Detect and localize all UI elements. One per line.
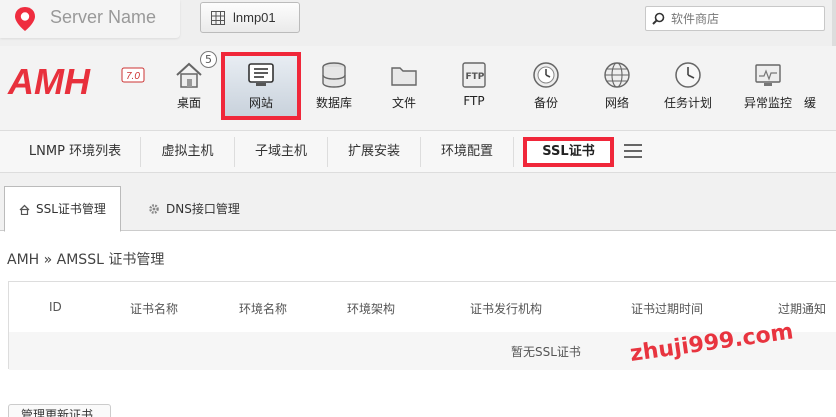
monitor-icon	[755, 64, 781, 86]
tab-ssl-management[interactable]: SSL证书管理	[4, 186, 121, 232]
tab-dns-api-management-label: DNS接口管理	[166, 201, 240, 216]
nav-scheduled-tasks-label: 任务计划	[663, 96, 712, 110]
column-header: ID	[49, 300, 62, 314]
nav-website[interactable]: 网站	[221, 52, 301, 120]
main-nav: AMH 7.0 5 桌面 网站 数据库 文件 FTP FTP 备份 网络 任务计…	[0, 46, 836, 130]
nav-cache[interactable]: 缓	[804, 54, 836, 124]
environment-button-label: lnmp01	[233, 10, 276, 25]
tab-dns-api-management[interactable]: DNS接口管理	[134, 186, 254, 231]
svg-text:FTP: FTP	[466, 72, 485, 82]
nav-monitoring[interactable]: 异常监控	[733, 54, 803, 124]
nav-ftp[interactable]: FTP FTP	[439, 54, 509, 124]
nav-ftp-label: FTP	[463, 94, 485, 108]
globe-icon	[604, 62, 630, 88]
subtab-lnmp-list[interactable]: LNMP 环境列表	[10, 137, 141, 167]
column-header: 证书过期时间	[631, 302, 704, 316]
location-pin-icon	[15, 7, 35, 31]
subtab-ssl-certificate[interactable]: SSL证书	[523, 137, 614, 167]
clock-icon	[675, 62, 701, 88]
grid-icon	[211, 10, 225, 25]
database-icon	[322, 62, 346, 88]
svg-text:7.0: 7.0	[126, 71, 140, 82]
subtab-env-config[interactable]: 环境配置	[421, 137, 514, 167]
nav-desktop-label: 桌面	[176, 96, 201, 110]
manage-renew-certificate-button[interactable]: 管理更新证书	[8, 404, 111, 417]
nav-database-label: 数据库	[315, 96, 352, 110]
nav-database[interactable]: 数据库	[299, 54, 369, 124]
app-store-search[interactable]	[645, 6, 825, 31]
column-header: 过期通知	[778, 302, 827, 316]
amh-logo: AMH 7.0	[7, 61, 145, 100]
nav-scheduled-tasks[interactable]: 任务计划	[653, 54, 723, 124]
nav-monitoring-label: 异常监控	[743, 96, 792, 110]
nav-backup-label: 备份	[533, 96, 558, 110]
sub-navigation: LNMP 环境列表 虚拟主机 子域主机 扩展安装 环境配置 SSL证书	[0, 130, 836, 173]
column-header: 环境名称	[239, 302, 288, 316]
nav-network-label: 网络	[604, 96, 629, 110]
main-content: SSL证书管理 DNS接口管理 AMH » AMSSL 证书管理 ID 证书名称…	[0, 173, 836, 417]
ssl-certificate-table: ID 证书名称 环境名称 环境架构 证书发行机构 证书过期时间 过期通知 暂无S…	[8, 281, 836, 370]
empty-state-text: 暂无SSL证书	[511, 345, 581, 359]
subtab-subdomain-host[interactable]: 子域主机	[235, 137, 328, 167]
website-icon	[248, 63, 274, 86]
nav-cache-label: 缓	[804, 96, 817, 110]
subtab-virtual-host[interactable]: 虚拟主机	[141, 137, 235, 167]
nav-files-label: 文件	[391, 96, 416, 110]
server-selector[interactable]: Server Name	[0, 0, 180, 38]
column-header: 证书名称	[130, 302, 179, 316]
nav-backup[interactable]: 备份	[511, 54, 581, 124]
subtab-extension-install[interactable]: 扩展安装	[328, 137, 421, 167]
nav-desktop[interactable]: 桌面	[154, 54, 224, 124]
environment-button[interactable]: lnmp01	[200, 2, 300, 33]
content-tabs: SSL证书管理 DNS接口管理	[0, 173, 836, 232]
server-name: Server Name	[50, 7, 157, 27]
app-store-search-input[interactable]	[671, 11, 811, 26]
backup-icon	[533, 62, 559, 88]
nav-network[interactable]: 网络	[582, 54, 652, 124]
home-icon	[19, 204, 30, 215]
breadcrumb: AMH » AMSSL 证书管理	[7, 252, 165, 268]
column-header: 证书发行机构	[470, 302, 543, 316]
tab-ssl-management-label: SSL证书管理	[36, 202, 106, 216]
nav-website-label: 网站	[248, 96, 273, 110]
folder-icon	[391, 67, 417, 86]
svg-text:AMH: AMH	[7, 61, 91, 100]
home-icon	[176, 62, 202, 88]
scrollbar[interactable]	[832, 0, 836, 46]
more-menu-icon[interactable]	[624, 144, 642, 158]
nav-files[interactable]: 文件	[369, 54, 439, 124]
top-bar: Server Name lnmp01	[0, 0, 836, 46]
column-header: 环境架构	[347, 302, 396, 316]
ftp-icon: FTP	[462, 62, 486, 88]
gear-icon	[149, 203, 159, 214]
search-icon	[652, 12, 665, 25]
